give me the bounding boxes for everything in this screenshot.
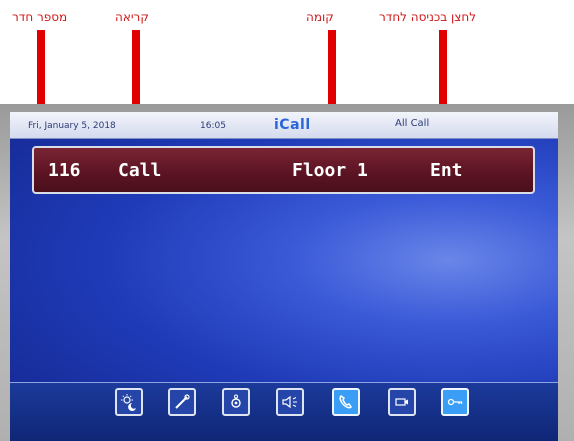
key-icon <box>447 398 463 406</box>
day-night-icon <box>121 394 136 411</box>
settings-button[interactable] <box>222 388 250 416</box>
tools-button[interactable] <box>168 388 196 416</box>
status-mode: All Call <box>395 118 430 129</box>
phone-button[interactable] <box>332 388 360 416</box>
annotation-entry-button: לחצן בכניסה לחדר <box>379 10 477 24</box>
status-time: 16:05 <box>200 121 226 131</box>
phone-icon <box>339 395 352 409</box>
key-button[interactable] <box>441 388 469 416</box>
device-screen: Fri, January 5, 2018 16:05 iCall All Cal… <box>10 112 558 441</box>
toolbar <box>10 382 558 441</box>
settings-icon <box>231 394 241 408</box>
call-type: Call <box>118 160 162 181</box>
call-floor: Floor 1 <box>292 160 368 181</box>
camera-button[interactable] <box>388 388 416 416</box>
call-room-number: 116 <box>48 160 81 181</box>
speaker-button[interactable] <box>276 388 304 416</box>
speaker-icon <box>282 395 297 409</box>
tools-icon <box>175 394 190 409</box>
annotation-floor: קומה <box>306 10 334 24</box>
camera-icon <box>395 398 408 406</box>
app-logo: iCall <box>274 117 311 133</box>
status-date: Fri, January 5, 2018 <box>28 121 116 131</box>
annotation-room-number: מספר חדר <box>12 10 68 24</box>
day-night-button[interactable] <box>115 388 143 416</box>
annotation-call: קריאה <box>115 10 149 24</box>
call-location: Ent <box>430 160 463 181</box>
status-bar: Fri, January 5, 2018 16:05 iCall All Cal… <box>10 112 558 139</box>
active-call-row[interactable]: 116 Call Floor 1 Ent <box>32 146 535 194</box>
